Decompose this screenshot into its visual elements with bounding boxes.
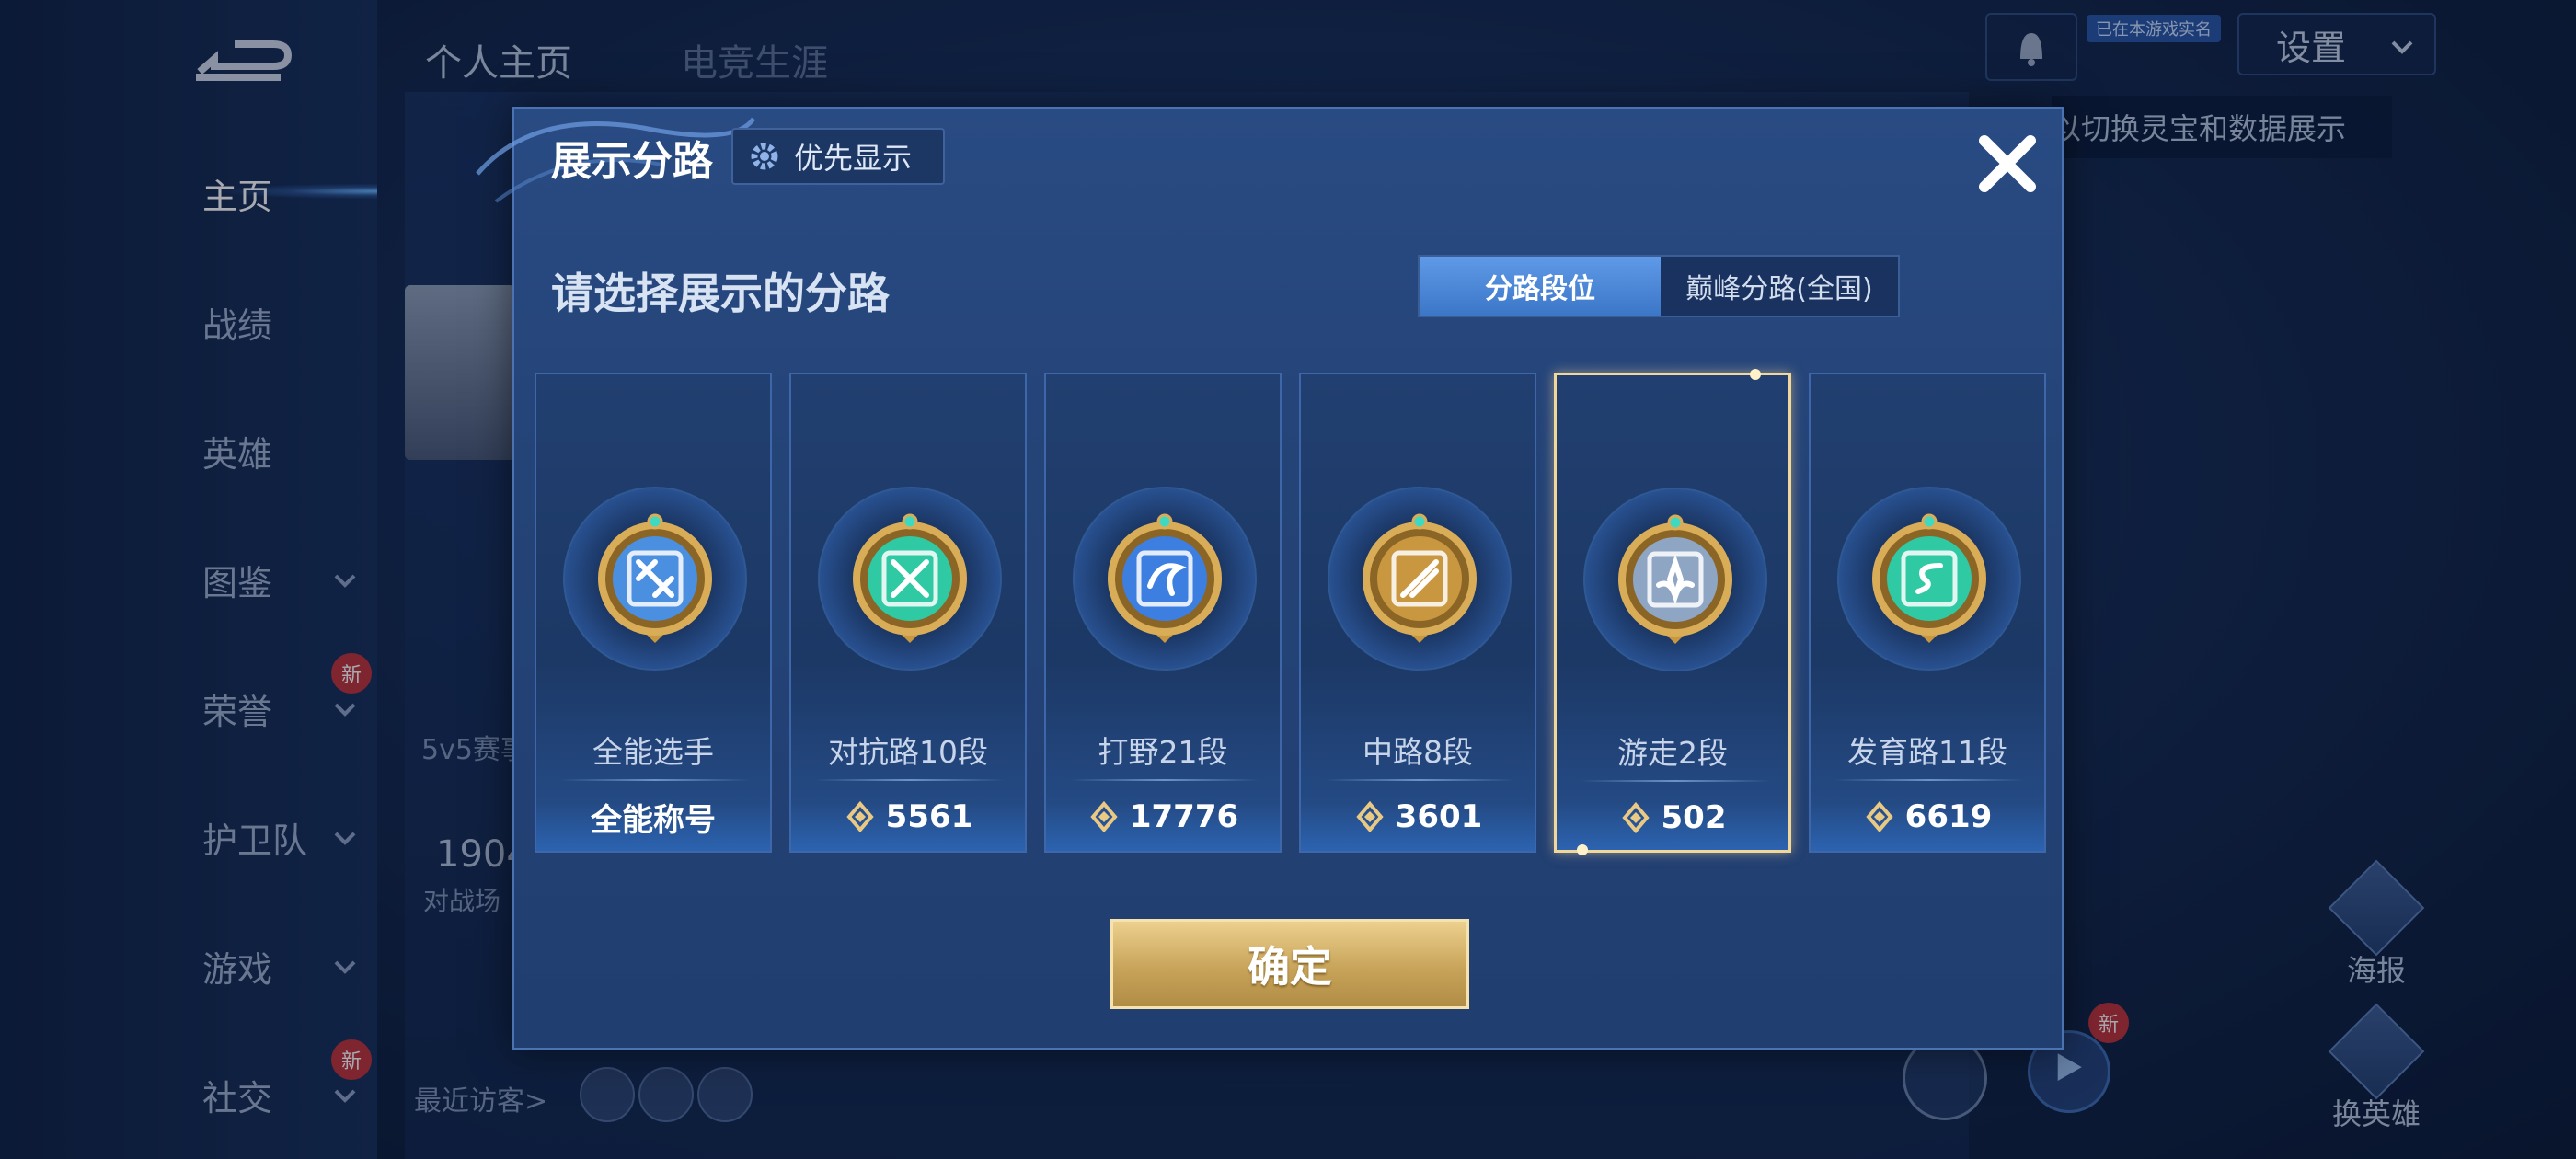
gear-icon [751,143,778,170]
lane-title: 发育路11段 [1847,734,2007,770]
confirm-button[interactable]: 确定 [1110,919,1469,1009]
priority-display-button[interactable]: 优先显示 [731,128,945,185]
rank-points-icon [1621,801,1650,834]
lane-display-dialog: 展示分路 优先显示 请选择展示的分路 分路段位 巅峰分路(全国) 全能选手全能称… [476,107,2064,1050]
close-icon [1979,135,2036,192]
lane-card[interactable]: 发育路11段 6619 [1809,373,2046,853]
lane-card[interactable]: 对抗路10段 5561 [789,373,1027,853]
rank-points-icon [1090,800,1118,833]
farm-lane-emblem-icon [1872,513,1986,643]
rank-points-icon [1866,800,1893,833]
jungle-emblem-icon [1108,513,1222,643]
lane-value: 全能称号 [536,794,770,840]
divider [1325,779,1514,781]
lane-title: 中路8段 [1363,734,1473,770]
all-round-emblem-icon [598,513,712,643]
divider [1070,779,1259,781]
lane-value-text: 全能称号 [591,801,716,839]
lane-value-text: 3601 [1395,798,1483,835]
lane-card[interactable]: 游走2段 502 [1554,369,1791,855]
divider [560,779,750,781]
close-button[interactable] [1966,122,2049,205]
roam-emblem-icon [1618,514,1732,644]
lane-value: 6619 [1811,794,2044,840]
toggle-lane-rank[interactable]: 分路段位 [1420,257,1661,316]
divider [815,779,1005,781]
mid-lane-emblem-icon [1363,513,1477,643]
lane-value-text: 6619 [1904,798,1993,835]
rank-points-icon [846,800,874,833]
lane-title: 全能选手 [592,734,714,770]
selected-corner-dot [1577,844,1588,855]
clash-lane-emblem-icon [853,513,967,643]
divider [1581,780,1770,782]
lane-value: 502 [1557,795,1788,841]
lane-value: 5561 [791,794,1025,840]
lane-title: 游走2段 [1617,735,1728,771]
lane-value-text: 502 [1661,799,1727,836]
selected-corner-dot [1750,369,1761,380]
lane-card[interactable]: 打野21段 17776 [1044,373,1282,853]
lane-value: 17776 [1046,794,1280,840]
dialog-title: 展示分路 [551,138,713,185]
rank-points-icon [1356,800,1384,833]
lane-card[interactable]: 全能选手 全能称号 [535,373,772,853]
divider [1834,779,2024,781]
lane-value: 3601 [1301,794,1535,840]
lane-value-text: 17776 [1129,798,1239,835]
lane-title: 对抗路10段 [828,734,988,770]
lane-card[interactable]: 中路8段 3601 [1299,373,1536,853]
toggle-peak-lane[interactable]: 巅峰分路(全国) [1661,257,1898,316]
lane-value-text: 5561 [885,798,973,835]
confirm-label: 确定 [1248,942,1332,992]
lane-title: 打野21段 [1098,734,1228,770]
priority-display-label: 优先显示 [794,141,913,176]
dialog-subtitle: 请选择展示的分路 [551,269,890,318]
display-mode-toggle: 分路段位 巅峰分路(全国) [1418,255,1900,317]
